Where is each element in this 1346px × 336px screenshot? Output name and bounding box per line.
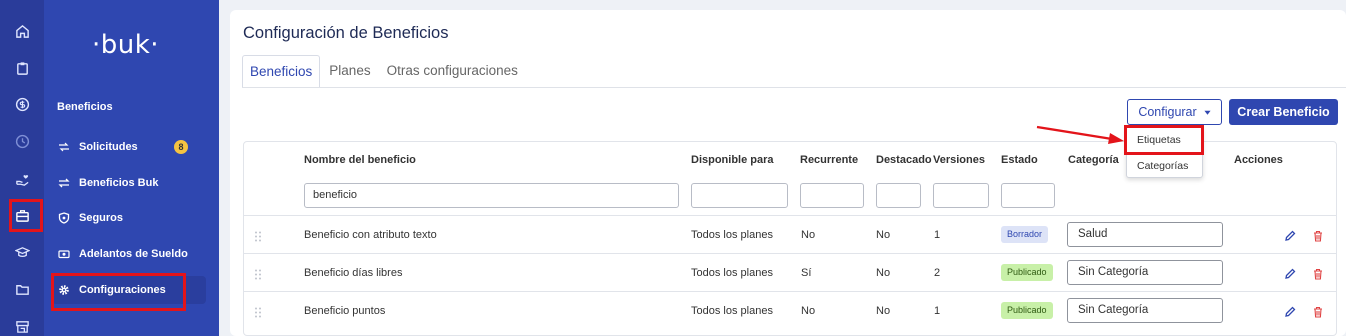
sidebar-item-beneficios-buk[interactable]: Beneficios Buk: [52, 169, 206, 197]
sidebar-item-label: Solicitudes: [79, 141, 138, 153]
tab-bar: Beneficios Planes Otras configuraciones: [242, 55, 527, 88]
tab-beneficios[interactable]: Beneficios: [242, 55, 321, 88]
header-disponible[interactable]: Disponible para: [691, 154, 774, 166]
sidebar-section-title: Beneficios: [57, 101, 113, 113]
delete-trash-icon[interactable]: [1312, 267, 1324, 280]
sidebar-item-label: Adelantos de Sueldo: [79, 248, 188, 260]
sidebar-item-label: Beneficios Buk: [79, 177, 159, 189]
tab-planes[interactable]: Planes: [322, 55, 377, 88]
solicitudes-badge: 8: [174, 140, 188, 154]
cell-name: Beneficio con atributo texto: [304, 229, 437, 241]
table-row[interactable]: Beneficio con atributo texto Todos los p…: [244, 215, 1336, 253]
delete-trash-icon[interactable]: [1312, 229, 1324, 242]
tab-otras-configuraciones[interactable]: Otras configuraciones: [380, 55, 525, 88]
configuraciones-highlight-box: [51, 273, 186, 311]
cell-available: Todos los planes: [691, 267, 773, 279]
store-icon[interactable]: [14, 318, 30, 334]
table-row[interactable]: Beneficio puntos Todos los planes No No …: [244, 291, 1336, 329]
cell-name: Beneficio puntos: [304, 305, 386, 317]
shield-icon: [58, 212, 70, 224]
status-badge: Publicado: [1001, 302, 1053, 319]
exchange-icon: [58, 177, 70, 189]
crear-beneficio-button[interactable]: Crear Beneficio: [1229, 99, 1338, 125]
cell-versions: 1: [934, 229, 941, 241]
icon-rail: [0, 0, 44, 336]
header-recurrente[interactable]: Recurrente: [800, 154, 858, 166]
page-title: Configuración de Beneficios: [243, 24, 449, 42]
caret-down-icon: [1204, 105, 1211, 119]
folder-icon[interactable]: [14, 281, 30, 297]
clock-icon[interactable]: [14, 133, 30, 149]
cell-recurring: No: [801, 305, 816, 317]
tabs-divider: [242, 87, 1346, 88]
category-select[interactable]: Sin Categoría: [1067, 298, 1223, 323]
edit-pencil-icon[interactable]: [1284, 229, 1296, 241]
header-categoria[interactable]: Categoría: [1068, 154, 1119, 166]
configurar-label: Configurar: [1138, 105, 1197, 119]
filter-versiones-input[interactable]: [933, 183, 989, 208]
filter-disponible-input[interactable]: [691, 183, 788, 208]
sidebar-item-seguros[interactable]: Seguros: [52, 204, 206, 232]
dollar-icon[interactable]: [14, 96, 30, 112]
header-destacado[interactable]: Destacado: [876, 154, 932, 166]
edit-pencil-icon[interactable]: [1284, 267, 1296, 279]
category-select[interactable]: Salud: [1067, 222, 1223, 247]
table-row[interactable]: Beneficio días libres Todos los planes S…: [244, 253, 1336, 291]
menu-item-categorias[interactable]: Categorías: [1137, 160, 1188, 172]
sidebar-item-adelantos[interactable]: Adelantos de Sueldo: [52, 240, 206, 268]
filter-nombre-input[interactable]: beneficio: [304, 183, 679, 208]
configurar-button[interactable]: Configurar: [1127, 99, 1222, 125]
header-versiones[interactable]: Versiones: [933, 154, 985, 166]
cell-recurring: No: [801, 229, 816, 241]
hand-heart-icon[interactable]: [14, 172, 30, 188]
cell-name: Beneficio días libres: [304, 267, 403, 279]
rail-highlight-box: [9, 199, 43, 232]
clipboard-icon[interactable]: [14, 60, 30, 76]
graduation-cap-icon[interactable]: [14, 244, 30, 260]
drag-handle-icon[interactable]: [254, 267, 262, 280]
header-estado[interactable]: Estado: [1001, 154, 1038, 166]
cell-versions: 1: [934, 305, 941, 317]
category-select[interactable]: Sin Categoría: [1067, 260, 1223, 285]
etiquetas-highlight-box: [1124, 125, 1204, 155]
cell-recurring: Sí: [801, 267, 812, 279]
filter-recurrente-input[interactable]: [800, 183, 864, 208]
cell-available: Todos los planes: [691, 229, 773, 241]
annotation-arrow-icon: [1036, 125, 1124, 144]
header-acciones: Acciones: [1234, 154, 1283, 166]
drag-handle-icon[interactable]: [254, 305, 262, 318]
edit-pencil-icon[interactable]: [1284, 305, 1296, 317]
sidebar-item-label: Seguros: [79, 212, 124, 224]
status-badge: Borrador: [1001, 226, 1049, 243]
cell-featured: No: [876, 229, 891, 241]
filter-estado-input[interactable]: [1001, 183, 1055, 208]
swap-icon: [58, 141, 70, 153]
cell-available: Todos los planes: [691, 305, 773, 317]
cell-featured: No: [876, 305, 891, 317]
status-badge: Publicado: [1001, 264, 1053, 281]
sidebar-item-solicitudes[interactable]: Solicitudes 8: [52, 133, 206, 161]
buk-logo[interactable]: ·buk·: [92, 30, 159, 60]
filter-destacado-input[interactable]: [876, 183, 921, 208]
header-nombre[interactable]: Nombre del beneficio: [304, 154, 416, 166]
cell-featured: No: [876, 267, 891, 279]
cash-icon: [58, 248, 70, 260]
drag-handle-icon[interactable]: [254, 229, 262, 242]
home-icon[interactable]: [14, 23, 30, 39]
cell-versions: 2: [934, 267, 941, 279]
delete-trash-icon[interactable]: [1312, 305, 1324, 318]
